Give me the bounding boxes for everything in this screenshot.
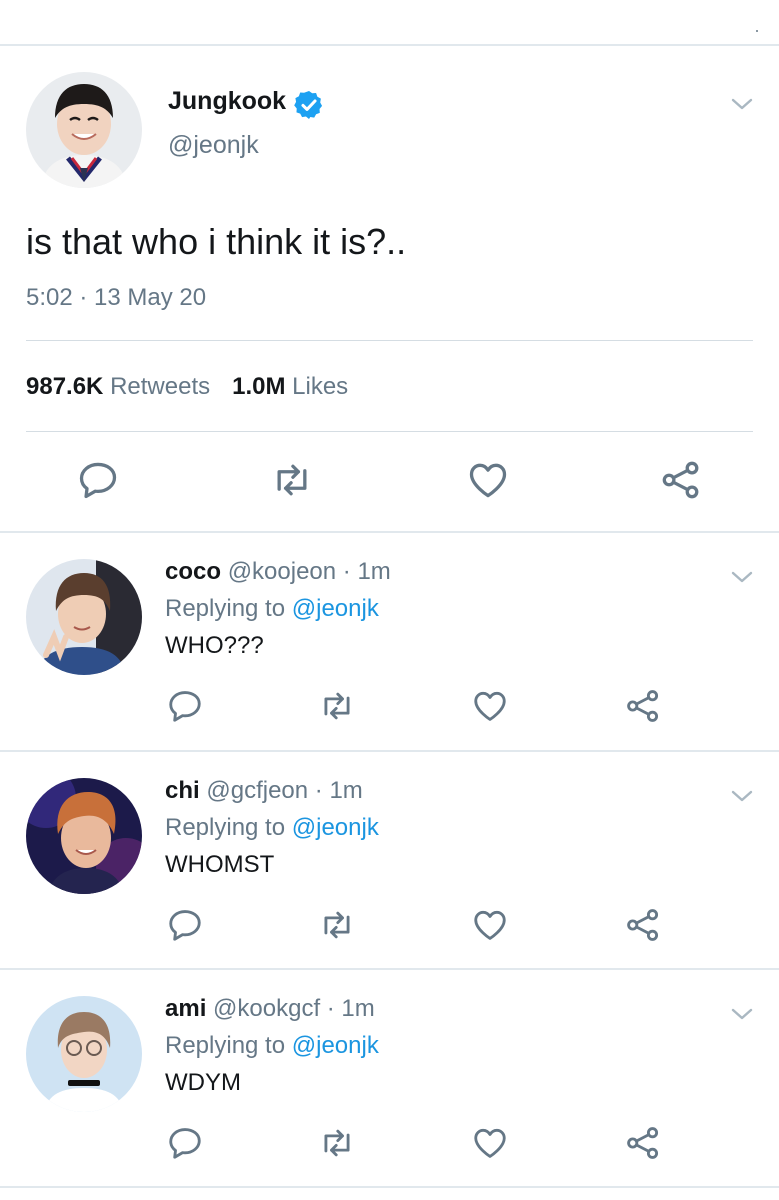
author-handle[interactable]: @jeonjk — [168, 130, 259, 160]
likes-count: 1.0M — [232, 373, 286, 400]
reply-handle-time[interactable]: @gcfjeon · 1m — [206, 777, 362, 804]
reply-author-name[interactable]: coco — [165, 558, 221, 585]
verified-badge-icon — [293, 89, 325, 121]
reply-tweet[interactable]: ami @kookgcf · 1m Replying to @jeonjk WD… — [0, 970, 779, 1188]
reply-tweet[interactable]: chi @gcfjeon · 1m Replying to @jeonjk WH… — [0, 752, 779, 970]
divider — [0, 1186, 779, 1188]
avatar[interactable] — [26, 559, 142, 675]
retweets-label: Retweets — [110, 373, 211, 400]
tweet-text: is that who i think it is?.. — [26, 221, 407, 262]
likes-stat[interactable]: 1.0M Likes — [232, 373, 348, 400]
retweet-icon[interactable] — [270, 458, 314, 502]
replying-prefix: Replying to — [165, 1032, 292, 1059]
author-avatar[interactable] — [26, 72, 142, 188]
like-icon[interactable] — [471, 687, 509, 725]
reply-handle-time[interactable]: @kookgcf · 1m — [213, 995, 375, 1022]
reply-icon[interactable] — [166, 906, 204, 944]
mention-link[interactable]: @jeonjk — [292, 1032, 379, 1059]
chevron-down-icon[interactable] — [730, 569, 754, 585]
replying-prefix: Replying to — [165, 814, 292, 841]
reply-icon[interactable] — [76, 458, 120, 502]
share-icon[interactable] — [659, 458, 703, 502]
retweet-icon[interactable] — [318, 906, 356, 944]
reply-text: WHO??? — [165, 632, 264, 659]
share-icon[interactable] — [624, 687, 662, 725]
divider — [26, 340, 753, 341]
chevron-down-icon[interactable] — [730, 96, 754, 112]
reply-author-name[interactable]: chi — [165, 777, 200, 804]
chevron-down-icon[interactable] — [730, 1006, 754, 1022]
share-icon[interactable] — [624, 906, 662, 944]
author-name[interactable]: Jungkook — [168, 86, 286, 116]
retweets-stat[interactable]: 987.6K Retweets — [26, 373, 210, 400]
likes-label: Likes — [292, 373, 349, 400]
chevron-down-icon[interactable] — [730, 788, 754, 804]
reply-icon[interactable] — [166, 1124, 204, 1162]
retweets-count: 987.6K — [26, 373, 104, 400]
replying-to: Replying to @jeonjk — [165, 594, 379, 624]
avatar[interactable] — [26, 996, 142, 1112]
reply-handle-time[interactable]: @koojeon · 1m — [228, 558, 391, 585]
retweet-icon[interactable] — [318, 1124, 356, 1162]
reply-header: coco @koojeon · 1m — [165, 557, 391, 587]
replying-prefix: Replying to — [165, 595, 292, 622]
reply-header: chi @gcfjeon · 1m — [165, 776, 363, 806]
like-icon[interactable] — [466, 458, 510, 502]
mention-link[interactable]: @jeonjk — [292, 814, 379, 841]
reply-text: WDYM — [165, 1069, 241, 1096]
replying-to: Replying to @jeonjk — [165, 813, 379, 843]
engagement-stats: 987.6K Retweets 1.0M Likes — [26, 372, 348, 402]
tweet-timestamp[interactable]: 5:02 · 13 May 20 — [26, 283, 206, 313]
reply-icon[interactable] — [166, 687, 204, 725]
divider — [26, 431, 753, 432]
like-icon[interactable] — [471, 1124, 509, 1162]
share-icon[interactable] — [624, 1124, 662, 1162]
retweet-icon[interactable] — [318, 687, 356, 725]
avatar[interactable] — [26, 778, 142, 894]
reply-author-name[interactable]: ami — [165, 995, 206, 1022]
reply-text: WHOMST — [165, 851, 275, 878]
like-icon[interactable] — [471, 906, 509, 944]
reply-header: ami @kookgcf · 1m — [165, 994, 375, 1024]
mention-link[interactable]: @jeonjk — [292, 595, 379, 622]
replying-to: Replying to @jeonjk — [165, 1031, 379, 1061]
top-divider — [0, 44, 779, 46]
status-dot — [756, 30, 758, 32]
reply-tweet[interactable]: coco @koojeon · 1m Replying to @jeonjk W… — [0, 533, 779, 751]
